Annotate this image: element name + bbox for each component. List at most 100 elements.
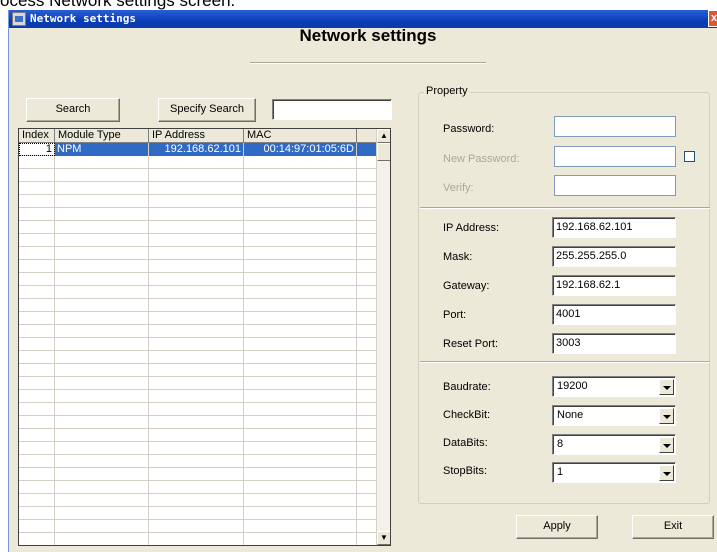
table-row-empty <box>19 507 378 520</box>
cell-index <box>19 156 55 169</box>
table-header: Index Module Type IP Address MAC <box>19 129 378 143</box>
table-row-empty <box>19 390 378 403</box>
new-password-field[interactable] <box>554 146 676 167</box>
cell-module-type <box>55 208 149 221</box>
scroll-up-icon[interactable]: ▲ <box>377 129 390 143</box>
verify-field[interactable] <box>554 175 676 196</box>
cell-index <box>19 403 55 416</box>
cell-index <box>19 260 55 273</box>
databits-label: DataBits: <box>443 437 488 449</box>
cell-filler <box>357 481 378 494</box>
cell-index <box>19 169 55 182</box>
stopbits-label: StopBits: <box>443 465 488 477</box>
cell-ip <box>149 494 244 507</box>
port-field[interactable]: 4001 <box>552 304 676 325</box>
search-filter-input[interactable] <box>272 99 392 120</box>
close-button[interactable]: x <box>708 10 717 27</box>
password-label: Password: <box>443 123 495 135</box>
cell-ip <box>149 533 244 545</box>
cell-module-type <box>55 520 149 533</box>
column-header-index[interactable]: Index <box>19 129 55 143</box>
column-header-module-type[interactable]: Module Type <box>55 129 149 143</box>
checkbit-select[interactable]: None <box>552 405 676 426</box>
table-row-empty <box>19 325 378 338</box>
scroll-down-icon[interactable]: ▼ <box>377 531 390 545</box>
cell-filler <box>357 468 378 481</box>
ip-address-field[interactable]: 192.168.62.101 <box>552 217 676 238</box>
cell-module-type <box>55 481 149 494</box>
table-row-empty <box>19 351 378 364</box>
column-header-mac[interactable]: MAC <box>244 129 357 143</box>
table-row-empty <box>19 481 378 494</box>
cell-index <box>19 312 55 325</box>
mask-label: Mask: <box>443 251 473 263</box>
cell-index: 1 <box>19 143 55 156</box>
reset-port-label: Reset Port: <box>443 338 499 350</box>
cell-module-type <box>55 494 149 507</box>
cell-ip <box>149 325 244 338</box>
cell-ip <box>149 156 244 169</box>
baudrate-select[interactable]: 19200 <box>552 376 676 397</box>
cell-module-type <box>55 260 149 273</box>
mask-field[interactable]: 255.255.255.0 <box>552 246 676 267</box>
databits-dropdown-icon[interactable] <box>659 437 674 453</box>
verify-label: Verify: <box>443 182 474 194</box>
cell-module-type <box>55 533 149 545</box>
table-row-empty <box>19 234 378 247</box>
cell-module-type <box>55 377 149 390</box>
cell-module-type <box>55 390 149 403</box>
new-password-checkbox[interactable] <box>684 151 695 162</box>
cell-module-type <box>55 221 149 234</box>
cell-filler <box>357 260 378 273</box>
cell-ip <box>149 260 244 273</box>
password-field[interactable] <box>554 116 676 137</box>
reset-port-field[interactable]: 3003 <box>552 333 676 354</box>
cell-filler <box>357 507 378 520</box>
title-divider <box>250 62 486 64</box>
cell-module-type <box>55 351 149 364</box>
gateway-label: Gateway: <box>443 280 490 292</box>
specify-search-button[interactable]: Specify Search <box>158 98 256 122</box>
apply-button[interactable]: Apply <box>516 515 598 539</box>
cell-mac <box>244 338 357 351</box>
cell-filler <box>357 403 378 416</box>
table-body: 1 NPM 192.168.62.101 00:14:97:01:05:6D <box>19 143 378 545</box>
cell-index <box>19 416 55 429</box>
table-row-empty <box>19 377 378 390</box>
exit-button[interactable]: Exit <box>632 515 714 539</box>
cell-filler <box>357 442 378 455</box>
port-label: Port: <box>443 309 467 321</box>
property-legend: Property <box>424 85 470 97</box>
column-header-ip-address[interactable]: IP Address <box>149 129 244 143</box>
cell-index <box>19 390 55 403</box>
databits-select[interactable]: 8 <box>552 434 676 455</box>
cell-module-type <box>55 286 149 299</box>
checkbit-dropdown-icon[interactable] <box>659 408 674 424</box>
table-scrollbar[interactable]: ▲ ▼ <box>376 129 390 545</box>
cell-module-type: NPM <box>55 143 149 156</box>
cell-module-type <box>55 364 149 377</box>
property-separator-1 <box>420 207 710 209</box>
cell-module-type <box>55 416 149 429</box>
cell-mac <box>244 286 357 299</box>
cell-index <box>19 182 55 195</box>
cell-index <box>19 221 55 234</box>
gateway-field[interactable]: 192.168.62.1 <box>552 275 676 296</box>
cell-index <box>19 195 55 208</box>
cell-index <box>19 455 55 468</box>
cell-mac <box>244 468 357 481</box>
cell-index <box>19 442 55 455</box>
baudrate-dropdown-icon[interactable] <box>659 379 674 395</box>
search-button[interactable]: Search <box>26 98 120 122</box>
cell-mac <box>244 429 357 442</box>
cell-module-type <box>55 507 149 520</box>
scroll-thumb[interactable] <box>377 143 390 161</box>
cell-module-type <box>55 325 149 338</box>
cell-ip <box>149 247 244 260</box>
cell-filler <box>357 156 378 169</box>
stopbits-select[interactable]: 1 <box>552 462 676 483</box>
cell-filler <box>357 312 378 325</box>
table-row[interactable]: 1 NPM 192.168.62.101 00:14:97:01:05:6D <box>19 143 378 156</box>
cell-filler <box>357 169 378 182</box>
stopbits-dropdown-icon[interactable] <box>659 465 674 481</box>
